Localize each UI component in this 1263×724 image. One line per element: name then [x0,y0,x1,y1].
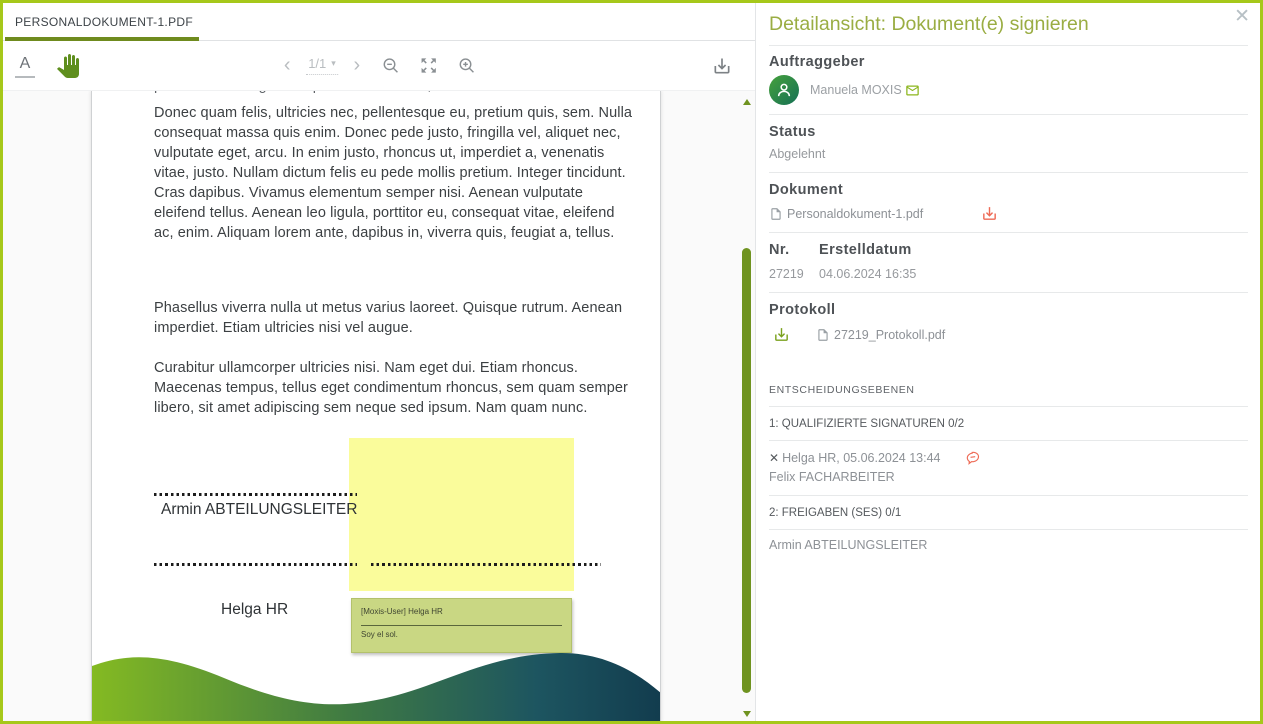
download-rejected-document-icon[interactable] [981,205,998,222]
erstelldatum-value: 04.06.2024 16:35 [819,267,916,281]
scrollbar-thumb[interactable] [742,248,751,693]
scroll-down-icon[interactable] [743,711,751,717]
document-filename: Personaldokument-1.pdf [787,207,923,221]
fit-fullscreen-icon[interactable] [414,51,444,81]
previous-page-icon[interactable]: ‹ [276,54,298,77]
pdf-toolbar: A ‹ 1/1 ▾ › [3,41,755,91]
panel-title: Detailansicht: Dokument(e) signieren [769,3,1248,46]
rejection-comment-icon[interactable] [965,450,981,466]
section-auftraggeber: Auftraggeber Manuela MOXIS [769,46,1248,115]
signature-label-helga: Helga HR [221,601,288,619]
auftraggeber-name-row: Manuela MOXIS [810,83,920,98]
section-dokument: Dokument Personaldokument-1.pdf [769,173,1248,233]
signature-dotted-line-1 [154,493,357,496]
annotation-author: [Moxis-User] Helga HR [361,607,562,616]
protokoll-filename: 27219_Protokoll.pdf [834,328,945,342]
document-tabbar: PERSONALDOKUMENT-1.PDF [3,3,755,41]
level-1-entries: ✕ Helga HR, 05.06.2024 13:44 Felix FACHA… [769,441,1248,496]
download-document-icon[interactable] [707,51,737,81]
pan-hand-icon[interactable] [53,51,83,81]
document-file-link[interactable]: Personaldokument-1.pdf [769,207,923,221]
moxis-signing-window: PERSONALDOKUMENT-1.PDF A ‹ 1/1 ▾ › [0,0,1263,724]
protokoll-file-link[interactable]: 27219_Protokoll.pdf [816,328,945,342]
level-1-title: 1: QUALIFIZIERTE SIGNATUREN 0/2 [769,407,1248,441]
level-2-entry-1: Armin ABTEILUNGSLEITER [769,538,1248,552]
signature-dotted-line-2-right [371,563,601,566]
signature-label-armin: Armin ABTEILUNGSLEITER [161,501,357,519]
signature-field-highlight[interactable] [349,438,574,591]
scroll-up-icon[interactable] [743,99,751,105]
pdf-canvas-area: penatibus et magnis dis parturient monte… [3,91,755,721]
section-status: Status Abgelehnt [769,115,1248,173]
section-protokoll: Protokoll 27219_Protokoll.pdf [769,293,1248,355]
pdf-paragraph-1: Donec quam felis, ultricies nec, pellent… [154,103,634,243]
nr-value: 27219 [769,267,819,281]
level-1-entry-2: Felix FACHARBEITER [769,470,1248,484]
close-icon[interactable]: ✕ [1234,7,1250,26]
tab-label: PERSONALDOKUMENT-1.PDF [15,15,193,29]
zoom-out-icon[interactable] [376,51,406,81]
auftraggeber-label: Auftraggeber [769,54,1248,70]
dokument-label: Dokument [769,182,1248,198]
viewer-scrollbar [741,91,753,721]
pdf-viewer-pane: PERSONALDOKUMENT-1.PDF A ‹ 1/1 ▾ › [3,3,756,721]
erstelldatum-label: Erstelldatum [819,242,912,258]
signature-dotted-line-2-left [154,563,357,566]
zoom-in-icon[interactable] [452,51,482,81]
status-label: Status [769,124,1248,140]
pdf-clipped-text-line: penatibus et magnis dis parturient monte… [154,91,634,97]
nr-label: Nr. [769,242,819,258]
detail-panel: ✕ Detailansicht: Dokument(e) signieren A… [756,3,1260,721]
page-navigation: ‹ 1/1 ▾ › [276,51,482,81]
section-nr-erstelldatum: Nr. Erstelldatum 27219 04.06.2024 16:35 [769,233,1248,293]
pdf-page: penatibus et magnis dis parturient monte… [91,91,661,721]
tab-personaldokument[interactable]: PERSONALDOKUMENT-1.PDF [3,3,205,40]
pdf-paragraph-3: Curabitur ullamcorper ultricies nisi. Na… [154,358,634,418]
page-footer-wave-graphic [92,634,661,721]
auftraggeber-name: Manuela MOXIS [810,83,902,97]
annotation-divider [361,625,562,626]
text-annotation-icon[interactable]: A [15,54,35,78]
avatar [769,75,799,105]
level-2-title: 2: FREIGABEN (SES) 0/1 [769,496,1248,530]
download-protokoll-icon[interactable] [773,326,790,343]
protokoll-label: Protokoll [769,302,1248,318]
page-indicator-value: 1/1 [308,56,326,71]
email-envelope-icon[interactable] [905,83,920,98]
rejected-mark-icon: ✕ [769,451,779,465]
caret-down-icon: ▾ [331,58,336,69]
next-page-icon[interactable]: › [346,54,368,77]
level-1-entry-1: Helga HR, 05.06.2024 13:44 [782,451,940,465]
entscheidungsebenen-label: ENTSCHEIDUNGSEBENEN [769,384,1248,407]
status-value: Abgelehnt [769,147,1248,161]
pdf-paragraph-2: Phasellus viverra nulla ut metus varius … [154,298,634,338]
page-indicator-dropdown[interactable]: 1/1 ▾ [306,56,338,75]
